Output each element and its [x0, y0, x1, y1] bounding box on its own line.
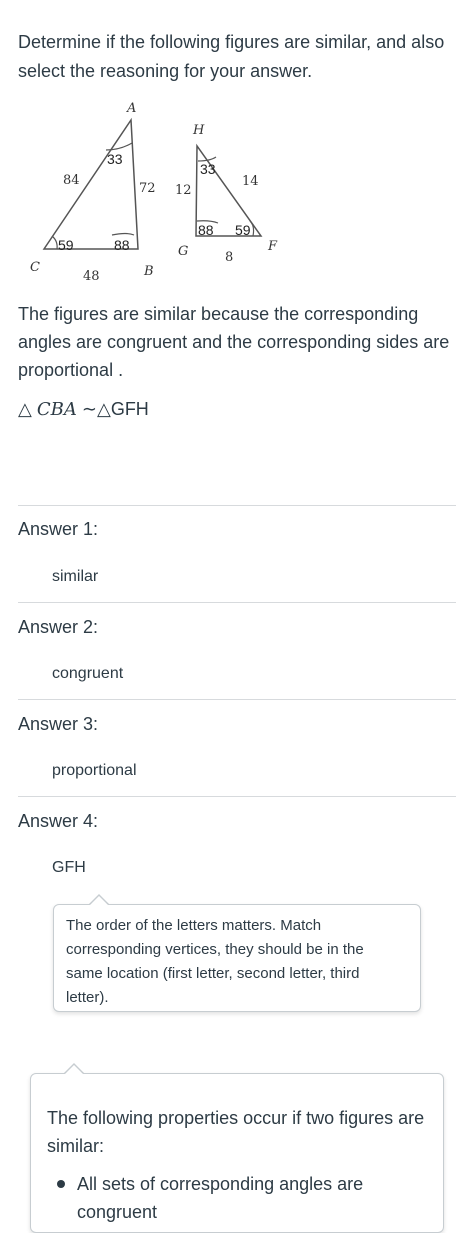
vertex-f-label: F	[267, 239, 278, 254]
divider	[18, 699, 456, 700]
answer-1-label: Answer 1:	[18, 519, 99, 539]
answer-1-value[interactable]: similar	[52, 568, 98, 586]
answer-3-label: Answer 3:	[18, 714, 99, 734]
vertex-g-label: G	[178, 244, 188, 259]
vertex-a-label: A	[126, 101, 136, 116]
triangle-cba	[42, 117, 139, 250]
side-hf-label: 14	[242, 174, 259, 189]
side-gf-label: 8	[225, 250, 233, 265]
tooltip-text: The order of the letters matters. Match …	[66, 917, 364, 1006]
side-ab-label: 72	[139, 181, 156, 196]
info-box-arrow-fill	[64, 1065, 84, 1075]
vertex-c-label: C	[30, 260, 40, 275]
similarity-statement: △ CBA ∼△GFH	[18, 396, 149, 423]
answer-2-label: Answer 2:	[18, 617, 99, 637]
vertex-b-label: B	[143, 264, 154, 279]
angle-b-label: 88	[114, 237, 130, 253]
angle-a-arc	[105, 142, 133, 151]
answer-4-label: Answer 4:	[18, 811, 99, 831]
similarity-left: CBA	[36, 399, 77, 420]
info-box: The following properties occur if two fi…	[30, 1073, 444, 1233]
angle-f-label: 59	[235, 222, 251, 238]
vertex-h-label: H	[192, 123, 205, 138]
info-box-title: The following properties occur if two fi…	[47, 1108, 425, 1156]
side-cb-label: 48	[83, 269, 100, 284]
triangles-figure: A B C 33 88 59 84 72 48 H G F 33 88 59 1…	[20, 95, 290, 290]
answer-2-value[interactable]: congruent	[52, 665, 123, 683]
feedback-tooltip: The order of the letters matters. Match …	[53, 904, 421, 1012]
angle-a-label: 33	[107, 151, 123, 167]
question-text: Determine if the following figures are s…	[18, 32, 445, 81]
answer-4-value[interactable]: GFH	[52, 859, 86, 877]
angle-h-label: 33	[200, 161, 216, 177]
bullet-dot	[57, 1180, 65, 1188]
tooltip-arrow-fill	[89, 896, 109, 906]
angle-c-arc	[51, 235, 58, 250]
explanation-text: The figures are similar because the corr…	[18, 304, 450, 380]
triangle-symbol: △	[18, 399, 32, 419]
similarity-relation: ∼△	[81, 399, 111, 419]
side-hg-label: 12	[175, 183, 192, 198]
similarity-right: GFH	[110, 399, 149, 419]
side-ca-label: 84	[63, 173, 80, 188]
triangles-diagram: A B C 33 88 59 84 72 48 H G F 33 88 59 1…	[30, 101, 278, 284]
angle-g-label: 88	[198, 222, 214, 238]
divider	[18, 505, 456, 506]
angle-b-arc	[111, 232, 135, 236]
info-box-bullet: All sets of corresponding angles are con…	[77, 1174, 364, 1222]
divider	[18, 602, 456, 603]
angle-c-label: 59	[58, 237, 74, 253]
answer-3-value[interactable]: proportional	[52, 762, 137, 780]
divider	[18, 796, 456, 797]
